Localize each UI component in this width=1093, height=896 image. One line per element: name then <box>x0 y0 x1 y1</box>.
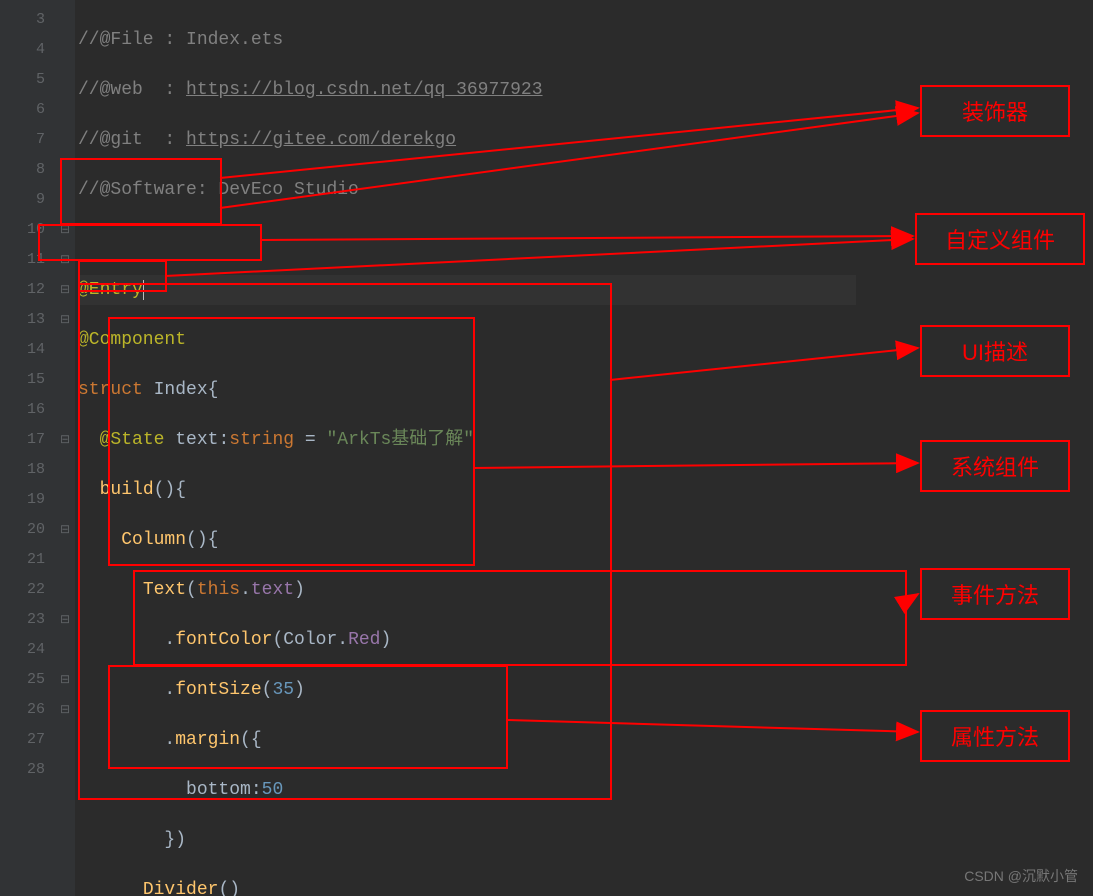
fold-marker[interactable]: ⊟ <box>55 695 75 725</box>
fold-marker[interactable]: ⊟ <box>55 515 75 545</box>
code-line[interactable]: @Entry <box>78 275 856 305</box>
fold-marker[interactable] <box>55 455 75 485</box>
line-number: 26 <box>0 695 55 725</box>
method-build: build <box>100 480 154 500</box>
annotation-attr-method: 属性方法 <box>920 710 1070 762</box>
component-text: Text <box>143 580 186 600</box>
url-link[interactable]: https://gitee.com/derekgo <box>186 130 456 150</box>
keyword-struct: struct <box>78 380 143 400</box>
line-number: 13 <box>0 305 55 335</box>
comment: //@git : <box>78 130 186 150</box>
fold-marker[interactable]: ⊟ <box>55 215 75 245</box>
fold-marker[interactable]: ⊟ <box>55 245 75 275</box>
line-number: 21 <box>0 545 55 575</box>
line-number: 4 <box>0 35 55 65</box>
line-number: 22 <box>0 575 55 605</box>
line-number: 23 <box>0 605 55 635</box>
code-editor[interactable]: //@File : Index.ets //@web : https://blo… <box>78 5 856 896</box>
line-number: 9 <box>0 185 55 215</box>
fold-column: ⊟ ⊟ ⊟ ⊟ ⊟ ⊟ ⊟ ⊟ ⊟ <box>55 0 75 896</box>
line-number: 20 <box>0 515 55 545</box>
decorator-component: @Component <box>78 330 186 350</box>
code-line[interactable]: //@git : https://gitee.com/derekgo <box>78 125 856 155</box>
line-number: 28 <box>0 755 55 785</box>
line-number: 5 <box>0 65 55 95</box>
comment: //@File : Index.ets <box>78 30 283 50</box>
code-line[interactable]: //@Software: DevEco Studio <box>78 175 856 205</box>
line-number: 7 <box>0 125 55 155</box>
line-number: 15 <box>0 365 55 395</box>
fold-marker[interactable] <box>55 545 75 575</box>
annotation-custom-component: 自定义组件 <box>915 213 1085 265</box>
fold-marker[interactable] <box>55 35 75 65</box>
annotation-decorator: 装饰器 <box>920 85 1070 137</box>
fold-marker[interactable]: ⊟ <box>55 665 75 695</box>
code-line[interactable]: Divider() <box>78 875 856 896</box>
decorator-state: @State <box>100 430 165 450</box>
decorator-entry: @Entry <box>78 280 143 300</box>
fold-marker[interactable] <box>55 335 75 365</box>
line-number: 10 <box>0 215 55 245</box>
fold-marker[interactable] <box>55 185 75 215</box>
line-number: 6 <box>0 95 55 125</box>
code-line[interactable]: struct Index{ <box>78 375 856 405</box>
fold-marker[interactable] <box>55 365 75 395</box>
fold-marker[interactable]: ⊟ <box>55 425 75 455</box>
code-line[interactable]: .margin({ <box>78 725 856 755</box>
comment: //@web : <box>78 80 186 100</box>
comment: //@Software: DevEco Studio <box>78 180 359 200</box>
line-number: 14 <box>0 335 55 365</box>
fold-marker[interactable] <box>55 5 75 35</box>
component-column: Column <box>121 530 186 550</box>
line-number: 17 <box>0 425 55 455</box>
annotation-event-method: 事件方法 <box>920 568 1070 620</box>
annotation-ui-desc: UI描述 <box>920 325 1070 377</box>
url-link[interactable]: https://blog.csdn.net/qq_36977923 <box>186 80 542 100</box>
line-number: 18 <box>0 455 55 485</box>
fold-marker[interactable] <box>55 395 75 425</box>
fold-marker[interactable] <box>55 755 75 785</box>
code-line[interactable]: .fontSize(35) <box>78 675 856 705</box>
fold-marker[interactable]: ⊟ <box>55 275 75 305</box>
line-number: 8 <box>0 155 55 185</box>
line-number: 25 <box>0 665 55 695</box>
code-line[interactable]: //@File : Index.ets <box>78 25 856 55</box>
fold-marker[interactable] <box>55 125 75 155</box>
fold-marker[interactable] <box>55 155 75 185</box>
fold-marker[interactable] <box>55 725 75 755</box>
fold-marker[interactable]: ⊟ <box>55 305 75 335</box>
code-line[interactable]: @Component <box>78 325 856 355</box>
fold-marker[interactable] <box>55 635 75 665</box>
code-line[interactable]: }) <box>78 825 856 855</box>
line-number: 16 <box>0 395 55 425</box>
code-line[interactable]: Text(this.text) <box>78 575 856 605</box>
code-line[interactable]: build(){ <box>78 475 856 505</box>
line-number: 11 <box>0 245 55 275</box>
gutter: 3 4 5 6 7 8 9 10 11 12 13 14 15 16 17 18… <box>0 0 55 896</box>
fold-marker[interactable] <box>55 65 75 95</box>
fold-marker[interactable] <box>55 95 75 125</box>
watermark: CSDN @沉默小管 <box>964 866 1078 886</box>
line-number: 3 <box>0 5 55 35</box>
fold-marker[interactable]: ⊟ <box>55 605 75 635</box>
line-number: 27 <box>0 725 55 755</box>
annotation-system-component: 系统组件 <box>920 440 1070 492</box>
code-line[interactable]: Column(){ <box>78 525 856 555</box>
code-line[interactable]: //@web : https://blog.csdn.net/qq_369779… <box>78 75 856 105</box>
code-line[interactable]: .fontColor(Color.Red) <box>78 625 856 655</box>
code-line[interactable] <box>78 225 856 255</box>
fold-marker[interactable] <box>55 575 75 605</box>
code-line[interactable]: @State text:string = "ArkTs基础了解" <box>78 425 856 455</box>
line-number: 12 <box>0 275 55 305</box>
line-number: 19 <box>0 485 55 515</box>
line-number: 24 <box>0 635 55 665</box>
code-line[interactable]: bottom:50 <box>78 775 856 805</box>
identifier-index: Index <box>154 380 208 400</box>
component-divider: Divider <box>143 880 219 896</box>
fold-marker[interactable] <box>55 485 75 515</box>
